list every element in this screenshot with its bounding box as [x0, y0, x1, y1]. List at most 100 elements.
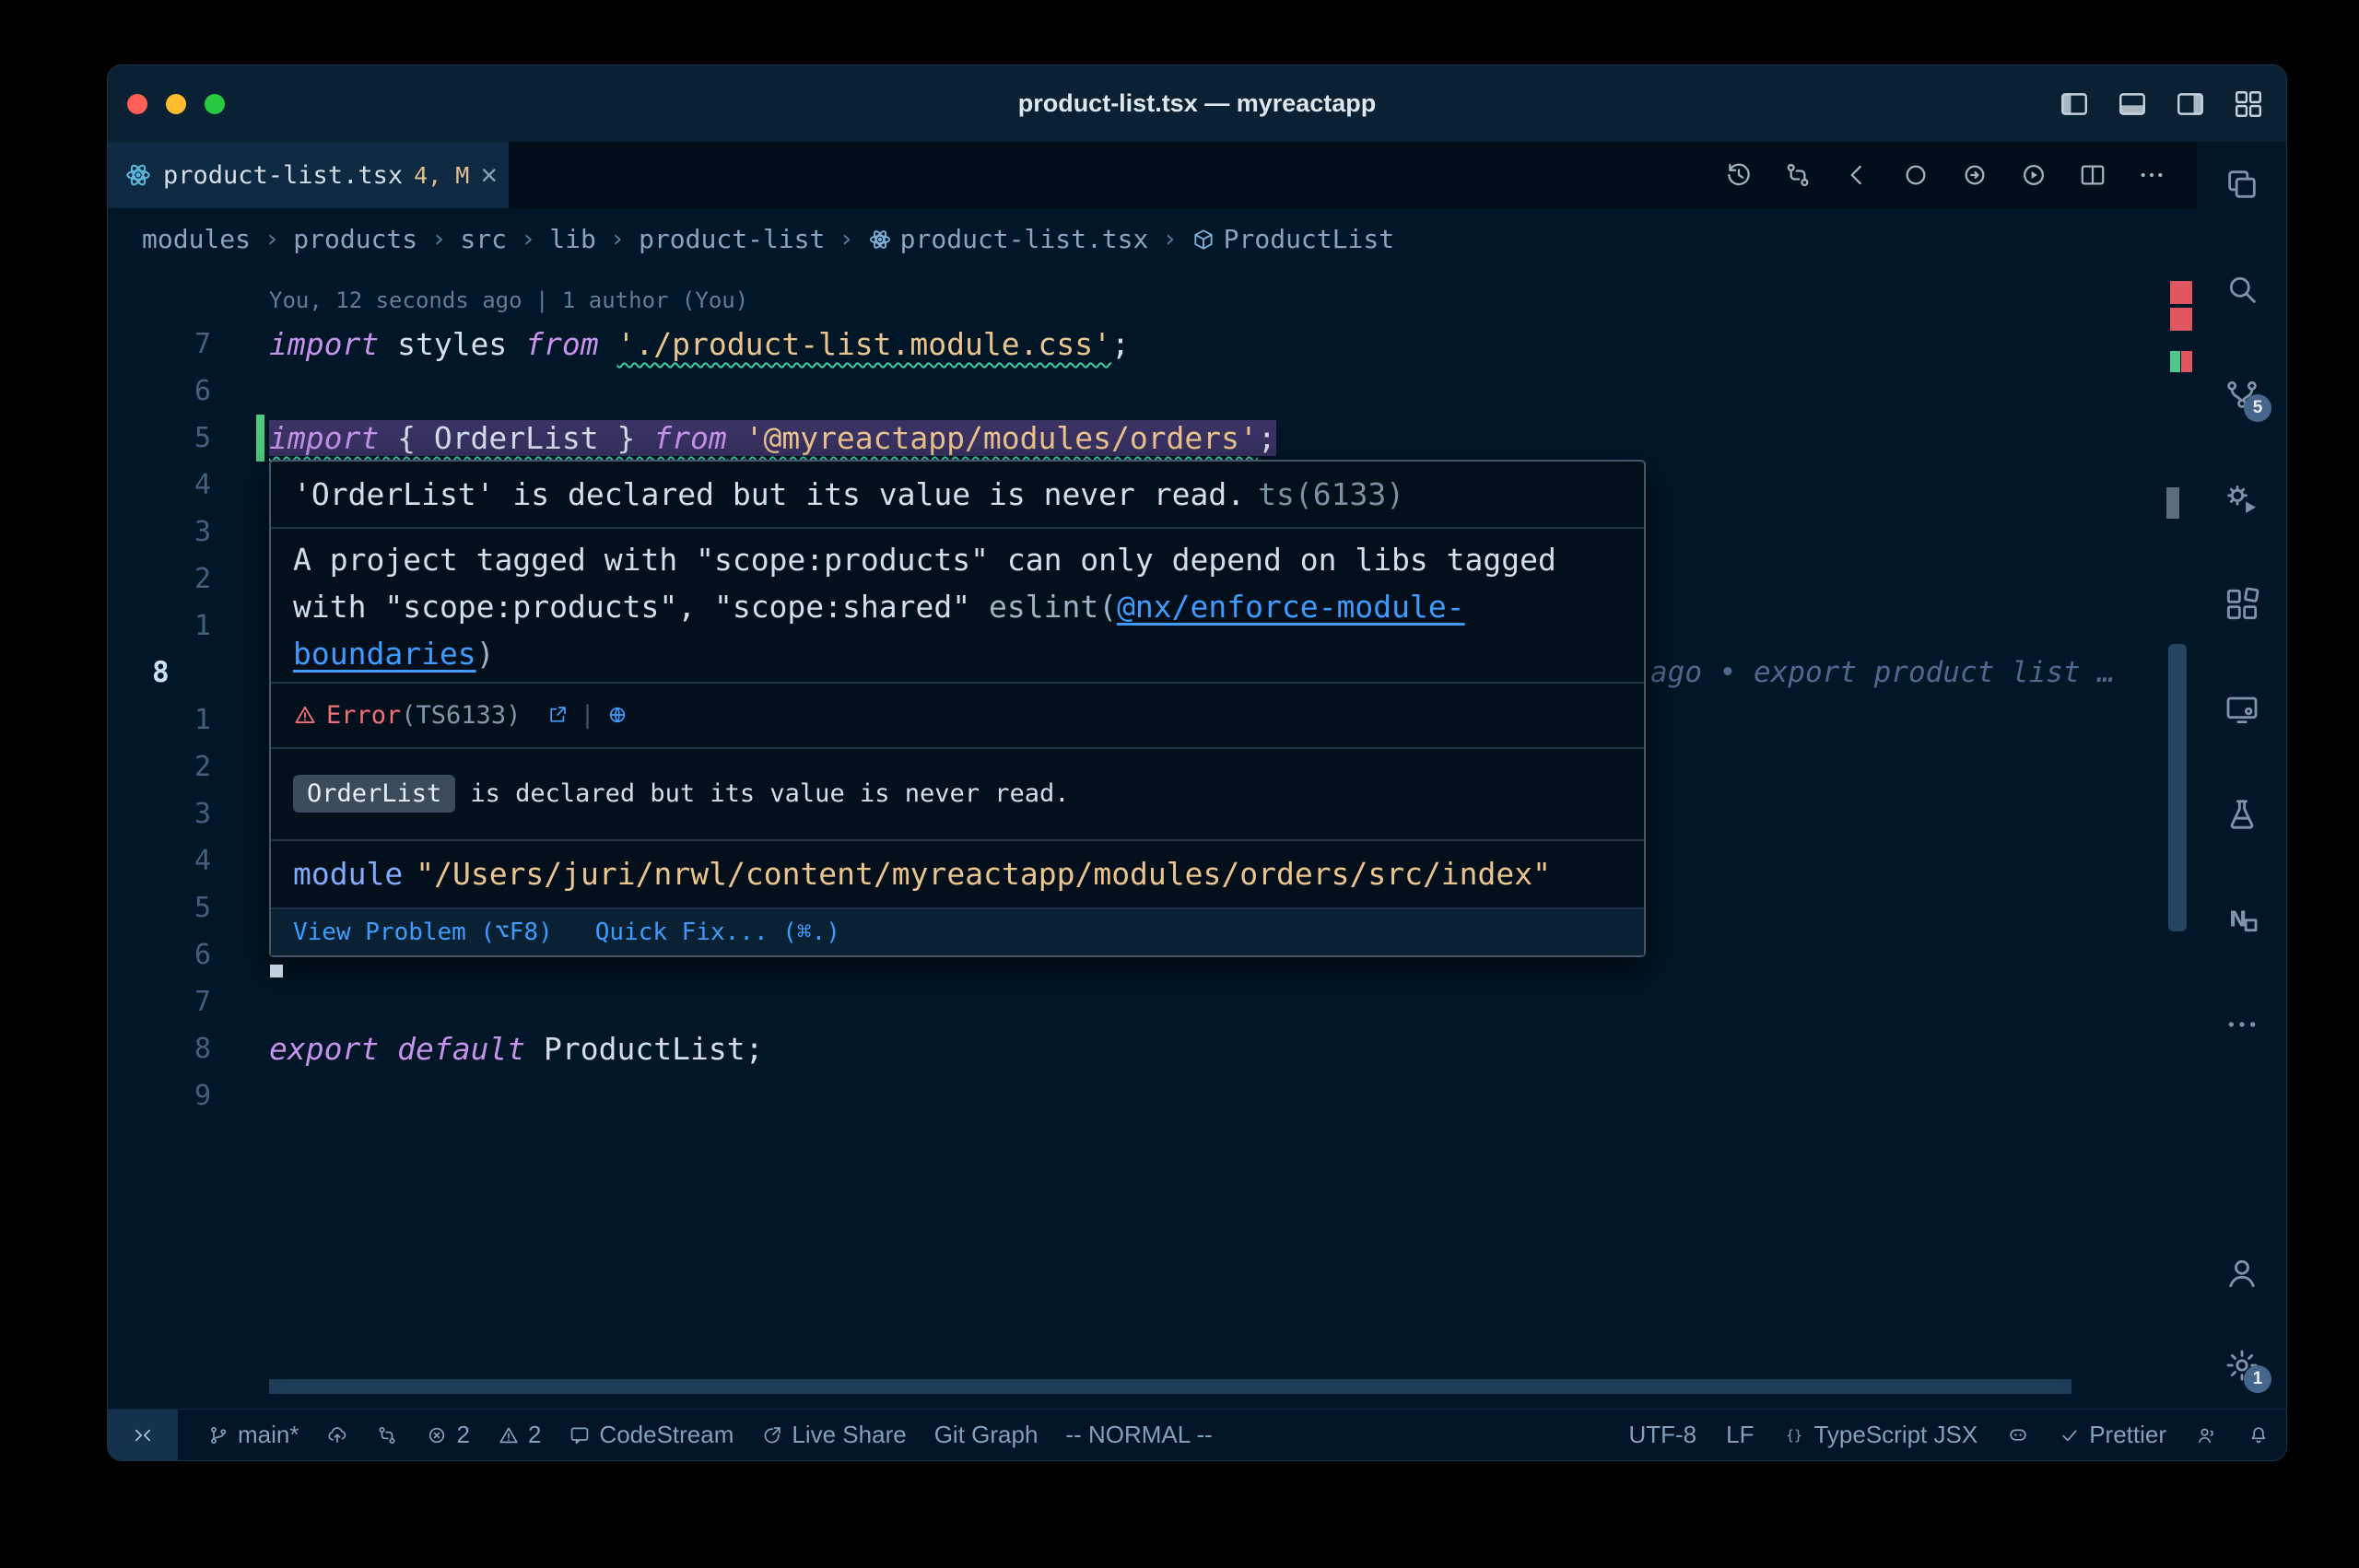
activity-nx-console[interactable]: N [2222, 899, 2262, 940]
layout-panel-right-icon[interactable] [2175, 88, 2206, 120]
breadcrumb-item-modules[interactable]: modules [142, 224, 251, 254]
more-actions-icon[interactable] [2137, 160, 2166, 190]
breadcrumb-item-src[interactable]: src [460, 224, 507, 254]
chip-message: is declared but its value is never read. [470, 779, 1069, 808]
activity-search[interactable] [2222, 269, 2262, 310]
status-label: -- NORMAL -- [1065, 1421, 1212, 1449]
activity-remote-explorer[interactable] [2222, 689, 2262, 730]
forward-circle-icon[interactable] [1960, 160, 1989, 190]
breadcrumb-separator: › [431, 225, 446, 253]
check-icon [2059, 1424, 2081, 1446]
title-bar: product-list.tsx — myreactapp [108, 65, 2286, 142]
module-keyword: module [293, 856, 403, 892]
code-line[interactable]: 5import { OrderList } from '@myreactapp/… [108, 415, 2155, 462]
activity-bar-top: 5N [2222, 142, 2262, 1045]
hover-resize-handle[interactable] [270, 965, 283, 977]
globe-icon[interactable] [606, 704, 628, 726]
activity-settings[interactable]: 1 [2222, 1345, 2262, 1386]
status-git-graph[interactable]: Git Graph [934, 1421, 1039, 1449]
quick-fix-action[interactable]: Quick Fix... (⌘.) [595, 919, 840, 946]
horizontal-scrollbar[interactable] [269, 1379, 2071, 1394]
activity-explorer[interactable] [2222, 164, 2262, 205]
line-number: 5 [108, 884, 218, 931]
bell-icon [2248, 1424, 2270, 1446]
copilot-icon [2007, 1424, 2029, 1446]
code-line[interactable]: You, 12 seconds ago | 1 author (You) [108, 274, 2155, 321]
status-warnings[interactable]: 2 [498, 1421, 541, 1449]
breadcrumb-item-ProductList[interactable]: ProductList [1191, 224, 1394, 254]
breadcrumb-separator: › [839, 225, 853, 253]
svg-text:{}: {} [1786, 1427, 1802, 1444]
code-line[interactable]: 9 [108, 1072, 2155, 1119]
react-icon [124, 161, 152, 189]
badge: 5 [2244, 394, 2271, 422]
status-feedback[interactable] [2196, 1424, 2218, 1446]
inline-blame: ago • export product list … [1650, 649, 2115, 696]
hover-module-row: module "/Users/juri/nrwl/content/myreacta… [271, 839, 1644, 907]
breadcrumb-separator: › [610, 225, 625, 253]
activity-more-views[interactable] [2222, 1004, 2262, 1045]
code-line[interactable]: 8export default ProductList; [108, 1025, 2155, 1072]
external-link-icon[interactable] [546, 704, 569, 726]
status-branch[interactable]: main* [207, 1421, 299, 1449]
vscode-window: product-list.tsx — myreactapp product-li… [107, 64, 2287, 1461]
module-path: "/Users/juri/nrwl/content/myreactapp/mod… [416, 856, 1551, 892]
status-eol[interactable]: LF [1726, 1421, 1754, 1449]
line-number: 6 [108, 931, 218, 978]
status-encoding[interactable]: UTF-8 [1628, 1421, 1696, 1449]
status-live-share[interactable]: Live Share [761, 1421, 906, 1449]
status-codestream[interactable]: CodeStream [569, 1421, 734, 1449]
status-label: 2 [528, 1421, 541, 1449]
window-layout-controls [2059, 65, 2264, 142]
overview-change-mark [2170, 351, 2180, 372]
tab-close-icon[interactable]: × [480, 160, 498, 190]
status-copilot[interactable] [2007, 1424, 2029, 1446]
activity-extensions[interactable] [2222, 584, 2262, 625]
breadcrumb-item-product-list.tsx[interactable]: product-list.tsx [868, 224, 1149, 254]
status-vim-mode[interactable]: -- NORMAL -- [1065, 1421, 1212, 1449]
layout-panel-bottom-icon[interactable] [2117, 88, 2148, 120]
tab-label: product-list.tsx [163, 161, 403, 190]
overview-error-mark [2170, 281, 2192, 304]
line-number: 7 [108, 321, 218, 368]
line-number: 4 [108, 462, 218, 509]
timeline-history-icon[interactable] [1724, 160, 1754, 190]
git-compare-icon[interactable] [1783, 160, 1813, 190]
breadcrumb-item-products[interactable]: products [293, 224, 417, 254]
activity-bar-bottom: 1 [2222, 1253, 2262, 1410]
overview-error-mark [2181, 351, 2192, 372]
circle-icon[interactable] [1901, 160, 1931, 190]
status-notifications[interactable] [2248, 1424, 2270, 1446]
breadcrumb-item-lib[interactable]: lib [549, 224, 596, 254]
back-icon[interactable] [1842, 160, 1872, 190]
status-right: UTF-8 LF {} TypeScript JSX Prettier [1628, 1410, 2286, 1460]
status-compare[interactable] [376, 1424, 398, 1446]
activity-accounts[interactable] [2222, 1253, 2262, 1293]
code-line[interactable]: 6 [108, 368, 2155, 415]
status-remote-indicator[interactable] [108, 1410, 178, 1460]
run-icon[interactable] [2019, 160, 2048, 190]
activity-debug[interactable] [2222, 479, 2262, 520]
status-publish[interactable] [326, 1424, 348, 1446]
tab-product-list[interactable]: product-list.tsx 4, M × [108, 142, 510, 208]
status-language[interactable]: {} TypeScript JSX [1783, 1421, 1978, 1449]
activity-source-control[interactable]: 5 [2222, 374, 2262, 415]
svg-text:N: N [2229, 907, 2248, 932]
status-prettier[interactable]: Prettier [2059, 1421, 2166, 1449]
icon-divider: | [580, 701, 594, 730]
status-label: TypeScript JSX [1813, 1421, 1978, 1449]
status-label: Prettier [2089, 1421, 2166, 1449]
code-line[interactable]: 7import styles from './product-list.modu… [108, 321, 2155, 368]
status-errors[interactable]: 2 [426, 1421, 469, 1449]
vertical-scrollbar[interactable] [2168, 644, 2187, 931]
eslint-source-suffix: ) [476, 636, 495, 672]
view-problem-action[interactable]: View Problem (⌥F8) [293, 919, 553, 946]
layout-panel-left-icon[interactable] [2059, 88, 2090, 120]
code-line[interactable]: 7 [108, 978, 2155, 1025]
line-number: 5 [108, 415, 218, 462]
activity-testing[interactable] [2222, 794, 2262, 835]
breadcrumb-item-product-list[interactable]: product-list [639, 224, 825, 254]
split-editor-icon[interactable] [2078, 160, 2107, 190]
layout-grid-icon[interactable] [2233, 88, 2264, 120]
status-label: Git Graph [934, 1421, 1039, 1449]
